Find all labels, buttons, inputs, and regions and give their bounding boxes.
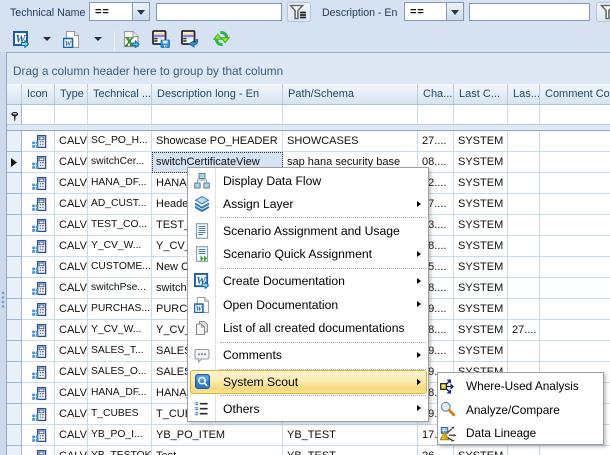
svg-text:W: W: [196, 305, 203, 313]
